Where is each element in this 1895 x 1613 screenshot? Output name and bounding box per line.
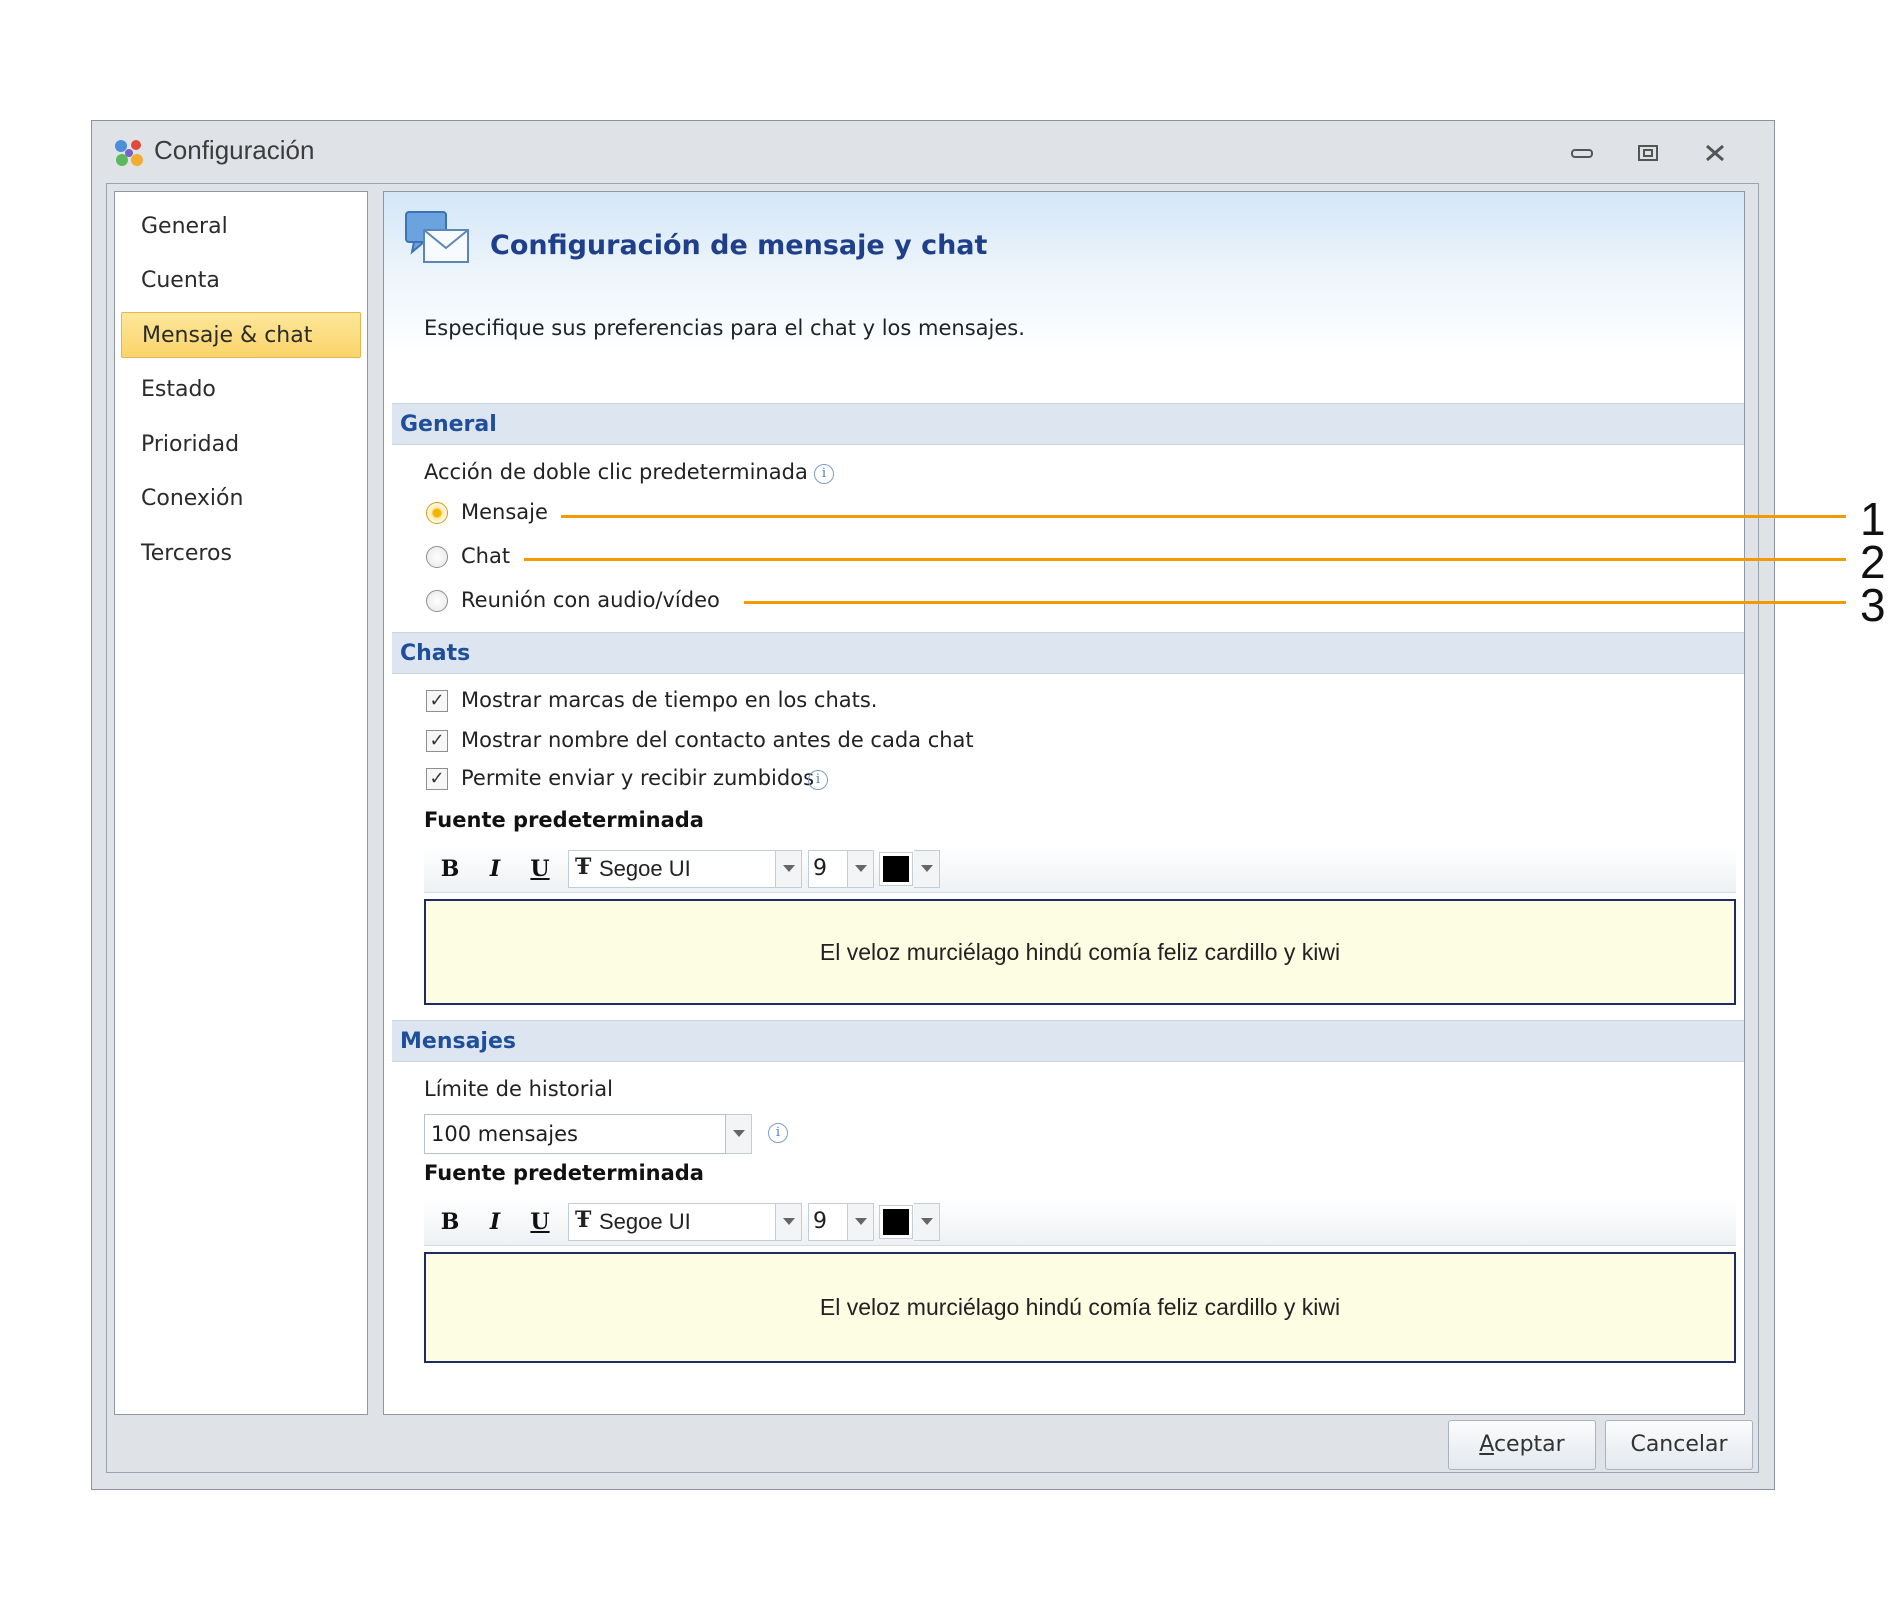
chevron-down-icon xyxy=(732,1130,745,1137)
checkbox-contact-name[interactable]: ✓ xyxy=(426,730,448,752)
font-color-dropdown[interactable] xyxy=(914,1203,940,1241)
sidebar-item-conexion[interactable]: Conexión xyxy=(121,476,361,522)
window-title: Configuración xyxy=(154,135,315,165)
category-sidebar: General Cuenta Mensaje & chat Estado Pri… xyxy=(114,191,368,1415)
sidebar-item-general[interactable]: General xyxy=(121,204,361,250)
section-general-heading: General xyxy=(392,403,1744,445)
info-icon[interactable]: i xyxy=(814,464,834,484)
sidebar-item-cuenta[interactable]: Cuenta xyxy=(121,258,361,304)
radio-chat[interactable] xyxy=(426,546,448,568)
font-size-dropdown[interactable] xyxy=(848,1203,874,1241)
message-font-label: Fuente predeterminada xyxy=(424,1161,704,1185)
message-font-toolbar: B I U Ŧ Segoe UI 9 xyxy=(424,1199,1736,1246)
checkbox-contact-name-label: Mostrar nombre del contacto antes de cad… xyxy=(461,728,974,752)
minimize-icon xyxy=(1571,149,1593,158)
message-font-preview: El veloz murciélago hindú comía feliz ca… xyxy=(424,1252,1736,1363)
accept-mnemonic: A xyxy=(1479,1432,1494,1457)
history-limit-dropdown[interactable] xyxy=(726,1114,752,1154)
font-family-select[interactable]: Ŧ Segoe UI xyxy=(568,850,776,888)
radio-mensaje[interactable] xyxy=(426,502,448,524)
truetype-font-icon: Ŧ xyxy=(575,854,592,880)
history-limit-label: Límite de historial xyxy=(424,1077,613,1101)
settings-panel: Configuración de mensaje y chat Especifi… xyxy=(383,191,1745,1415)
maximize-icon xyxy=(1638,145,1658,161)
italic-button[interactable]: I xyxy=(479,853,511,885)
chevron-down-icon xyxy=(854,1218,867,1225)
accept-label: ceptar xyxy=(1493,1432,1565,1457)
radio-chat-label: Chat xyxy=(461,544,511,568)
close-button[interactable] xyxy=(1695,139,1735,167)
close-icon xyxy=(1706,144,1724,162)
sidebar-item-prioridad[interactable]: Prioridad xyxy=(121,422,361,468)
panel-description: Especifique sus preferencias para el cha… xyxy=(424,316,1025,340)
chevron-down-icon xyxy=(920,1218,933,1225)
italic-button[interactable]: I xyxy=(479,1206,511,1238)
font-family-value: Segoe UI xyxy=(599,856,691,881)
radio-reunion[interactable] xyxy=(426,590,448,612)
sidebar-item-mensaje-chat[interactable]: Mensaje & chat xyxy=(121,312,361,358)
section-chats-heading: Chats xyxy=(392,632,1744,674)
checkbox-buzz[interactable]: ✓ xyxy=(426,768,448,790)
font-family-dropdown[interactable] xyxy=(776,850,802,888)
font-color-swatch[interactable] xyxy=(879,1205,913,1239)
chevron-down-icon xyxy=(920,865,933,872)
bold-button[interactable]: B xyxy=(434,1206,466,1238)
sidebar-item-estado[interactable]: Estado xyxy=(121,367,361,413)
callout-line-3 xyxy=(744,601,1846,604)
callout-number-3: 3 xyxy=(1860,579,1886,631)
sidebar-item-terceros[interactable]: Terceros xyxy=(121,531,361,577)
message-chat-icon xyxy=(405,211,469,263)
app-icon xyxy=(115,140,143,166)
chat-font-toolbar: B I U Ŧ Segoe UI 9 xyxy=(424,846,1736,893)
chat-font-label: Fuente predeterminada xyxy=(424,808,704,832)
info-icon[interactable]: i xyxy=(768,1123,788,1143)
minimize-button[interactable] xyxy=(1562,139,1602,167)
cancel-button[interactable]: Cancelar xyxy=(1605,1420,1753,1470)
chevron-down-icon xyxy=(854,865,867,872)
panel-title: Configuración de mensaje y chat xyxy=(490,230,988,261)
accept-button[interactable]: Aceptar xyxy=(1448,1420,1596,1470)
font-family-select[interactable]: Ŧ Segoe UI xyxy=(568,1203,776,1241)
checkbox-buzz-label: Permite enviar y recibir zumbidos xyxy=(461,766,815,790)
settings-window: Configuración General Cuenta Mensaje & c… xyxy=(91,120,1775,1490)
bold-button[interactable]: B xyxy=(434,853,466,885)
chat-font-preview: El veloz murciélago hindú comía feliz ca… xyxy=(424,899,1736,1005)
title-bar: Configuración xyxy=(92,121,1774,181)
maximize-button[interactable] xyxy=(1628,139,1668,167)
truetype-font-icon: Ŧ xyxy=(575,1207,592,1233)
history-limit-select[interactable]: 100 mensajes xyxy=(424,1114,726,1154)
font-size-select[interactable]: 9 xyxy=(808,850,848,888)
chevron-down-icon xyxy=(782,1218,795,1225)
callout-line-2 xyxy=(524,558,1846,561)
info-icon[interactable]: i xyxy=(808,770,828,790)
font-color-swatch[interactable] xyxy=(879,852,913,886)
checkbox-timestamps-label: Mostrar marcas de tiempo en los chats. xyxy=(461,688,878,712)
radio-reunion-label: Reunión con audio/vídeo xyxy=(461,588,720,612)
font-family-dropdown[interactable] xyxy=(776,1203,802,1241)
section-mensajes-heading: Mensajes xyxy=(392,1020,1744,1062)
checkbox-timestamps[interactable]: ✓ xyxy=(426,690,448,712)
font-color-dropdown[interactable] xyxy=(914,850,940,888)
font-size-dropdown[interactable] xyxy=(848,850,874,888)
double-click-action-label: Acción de doble clic predeterminada xyxy=(424,460,808,484)
callout-line-1 xyxy=(561,515,1846,518)
underline-button[interactable]: U xyxy=(524,853,556,885)
chevron-down-icon xyxy=(782,865,795,872)
underline-button[interactable]: U xyxy=(524,1206,556,1238)
font-size-select[interactable]: 9 xyxy=(808,1203,848,1241)
radio-mensaje-label: Mensaje xyxy=(461,500,548,524)
font-family-value: Segoe UI xyxy=(599,1209,691,1234)
